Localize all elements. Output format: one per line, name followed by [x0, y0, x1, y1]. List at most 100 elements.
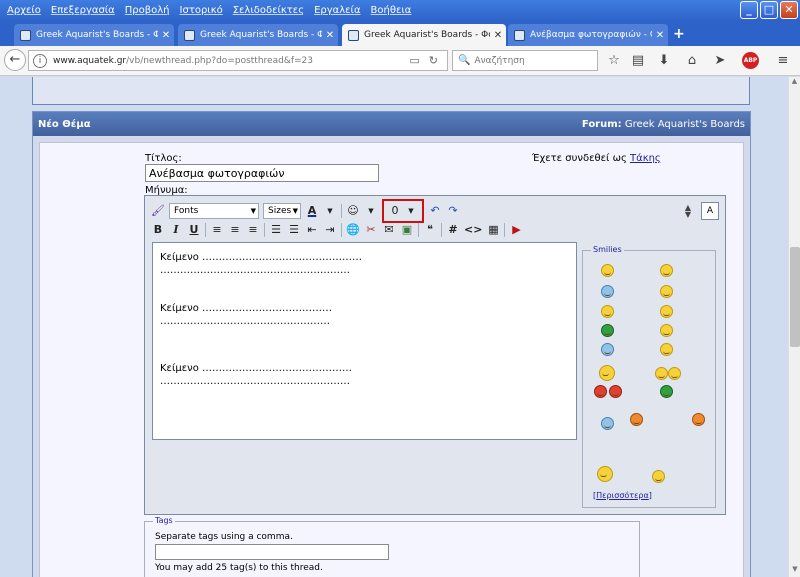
couple-smiley-icon[interactable] [668, 367, 681, 380]
smiley-icon[interactable] [660, 324, 673, 337]
angry-smiley-icon[interactable] [594, 385, 607, 398]
bookmark-star-icon[interactable]: ☆ [606, 53, 622, 69]
ordered-list-icon[interactable]: ☰ [269, 222, 283, 238]
bookmarks-list-icon[interactable]: ▤ [630, 53, 646, 69]
adblock-plus-icon[interactable]: ABP [742, 52, 759, 69]
unordered-list-icon[interactable]: ☰ [287, 222, 301, 238]
attachment-icon[interactable]: 0 [388, 203, 402, 219]
scroll-down-icon[interactable]: ▼ [789, 565, 800, 577]
menu-help[interactable]: Βοήθεια [366, 5, 417, 16]
browser-tab-active[interactable]: Greek Aquarist's Boards - Φό... ✕ [342, 24, 506, 46]
reader-view-icon[interactable]: ▭ [409, 54, 419, 67]
outdent-icon[interactable]: ⇤ [305, 222, 319, 238]
minimize-button[interactable]: _ [740, 1, 758, 19]
insert-email-icon[interactable]: ✉ [382, 222, 396, 238]
smilies-icon[interactable]: ☺ [346, 203, 360, 219]
angry-smiley-icon[interactable] [609, 385, 622, 398]
youtube-icon[interactable]: ▶ [509, 222, 523, 238]
remove-link-icon[interactable]: ✂ [364, 222, 378, 238]
panel-title: Νέο Θέμα [38, 118, 91, 130]
site-favicon-icon [20, 29, 31, 41]
title-input[interactable] [145, 164, 379, 182]
browser-tab[interactable]: Greek Aquarist's Boards - Φό... ✕ [14, 24, 174, 46]
underline-button[interactable]: U [187, 222, 201, 238]
shooting-smiley-icon[interactable] [692, 413, 705, 426]
tab-close-icon[interactable]: ✕ [490, 30, 506, 41]
cool-smiley-icon[interactable] [660, 343, 673, 356]
wrap-code-button[interactable]: # [446, 222, 460, 238]
switch-editor-mode-icon[interactable]: A [701, 202, 719, 220]
page-scrollbar[interactable]: ▲ ▼ [788, 77, 800, 577]
music-smiley-icon[interactable] [599, 365, 615, 381]
more-smilies-link[interactable]: Περισσότερα [596, 491, 649, 500]
smiley-icon[interactable] [601, 305, 614, 318]
wrap-php-icon[interactable]: ▦ [486, 222, 500, 238]
align-left-icon[interactable]: ≡ [210, 222, 224, 238]
smiley-icon[interactable] [601, 343, 614, 356]
font-select[interactable]: Fonts ▼ [169, 203, 259, 219]
browser-tab[interactable]: Ανέβασμα φωτογραφιών - Gr... ✕ [508, 24, 668, 46]
insert-image-icon[interactable]: ▣ [400, 222, 414, 238]
scroll-thumb[interactable] [790, 247, 800, 347]
scroll-up-icon[interactable]: ▲ [789, 77, 800, 89]
couple-smiley-icon[interactable] [655, 367, 668, 380]
address-bar[interactable]: i www.aquatek.gr/vb/newthread.php?do=pos… [28, 50, 448, 71]
undo-icon[interactable]: ↶ [428, 203, 442, 219]
site-info-icon[interactable]: i [33, 53, 47, 68]
smiley-icon[interactable] [652, 470, 665, 483]
quote-icon[interactable]: ❝ [423, 222, 437, 238]
wrap-html-button[interactable]: <> [464, 222, 482, 238]
search-input[interactable] [474, 55, 595, 66]
browser-tab[interactable]: Greek Aquarist's Boards - Φό... ✕ [178, 24, 338, 46]
maximize-button[interactable]: □ [760, 1, 778, 19]
tab-close-icon[interactable]: ✕ [322, 30, 338, 41]
fight-smiley-icon[interactable] [630, 413, 643, 426]
back-button[interactable]: ← [4, 49, 26, 71]
smiley-icon[interactable] [601, 264, 614, 277]
smilies-dropdown-icon[interactable]: ▼ [364, 203, 378, 219]
home-icon[interactable]: ⌂ [684, 53, 700, 69]
bold-button[interactable]: B [151, 222, 165, 238]
font-color-icon[interactable]: A [305, 203, 319, 219]
cheer-smiley-icon[interactable] [597, 466, 613, 482]
toolbar-divider [418, 223, 419, 237]
smiley-icon[interactable] [660, 264, 673, 277]
smiley-icon[interactable] [660, 305, 673, 318]
menu-edit[interactable]: Επεξεργασία [46, 5, 120, 16]
insert-link-icon[interactable]: 🌐 [346, 222, 360, 238]
menu-file[interactable]: Αρχείο [2, 5, 46, 16]
smiley-icon[interactable] [660, 285, 673, 298]
align-center-icon[interactable]: ≡ [228, 222, 242, 238]
reload-icon[interactable]: ↻ [429, 54, 438, 67]
tab-close-icon[interactable]: ✕ [158, 30, 174, 41]
tab-close-icon[interactable]: ✕ [652, 30, 668, 41]
send-icon[interactable]: ➤ [712, 53, 728, 69]
color-dropdown-icon[interactable]: ▼ [323, 203, 337, 219]
menu-history[interactable]: Ιστορικό [175, 5, 228, 16]
italic-button[interactable]: I [169, 222, 183, 238]
resize-editor-icon[interactable]: ▲ ▼ [685, 204, 691, 219]
align-right-icon[interactable]: ≡ [246, 222, 260, 238]
message-textarea[interactable]: Κείμενο ………………………………………… ………………………………………… [152, 242, 577, 440]
remove-format-icon[interactable]: 🖌 [151, 203, 165, 219]
close-window-button[interactable]: ✕ [780, 1, 798, 19]
tab-label: Ανέβασμα φωτογραφιών - Gr... [530, 30, 652, 40]
tags-limit-text: You may add 25 tag(s) to this thread. [155, 563, 323, 573]
grin-smiley-icon[interactable] [660, 385, 673, 398]
redo-icon[interactable]: ↷ [446, 203, 460, 219]
tags-input[interactable] [155, 544, 389, 560]
confused-smiley-icon[interactable] [601, 285, 614, 298]
new-tab-button[interactable]: + [673, 26, 685, 42]
menu-view[interactable]: Προβολή [120, 5, 175, 16]
menu-tools[interactable]: Εργαλεία [309, 5, 365, 16]
username-link[interactable]: Τάκης [630, 153, 661, 164]
size-select[interactable]: Sizes ▼ [263, 203, 301, 219]
grin-smiley-icon[interactable] [601, 324, 614, 337]
hamburger-menu-icon[interactable]: ≡ [775, 53, 791, 69]
downloads-icon[interactable]: ⬇ [656, 53, 672, 69]
indent-icon[interactable]: ⇥ [323, 222, 337, 238]
sad-smiley-icon[interactable] [601, 417, 614, 430]
attachment-dropdown-icon[interactable]: ▼ [404, 203, 418, 219]
menu-bookmarks[interactable]: Σελιδοδείκτες [228, 5, 309, 16]
search-box[interactable]: 🔍 [452, 50, 598, 71]
